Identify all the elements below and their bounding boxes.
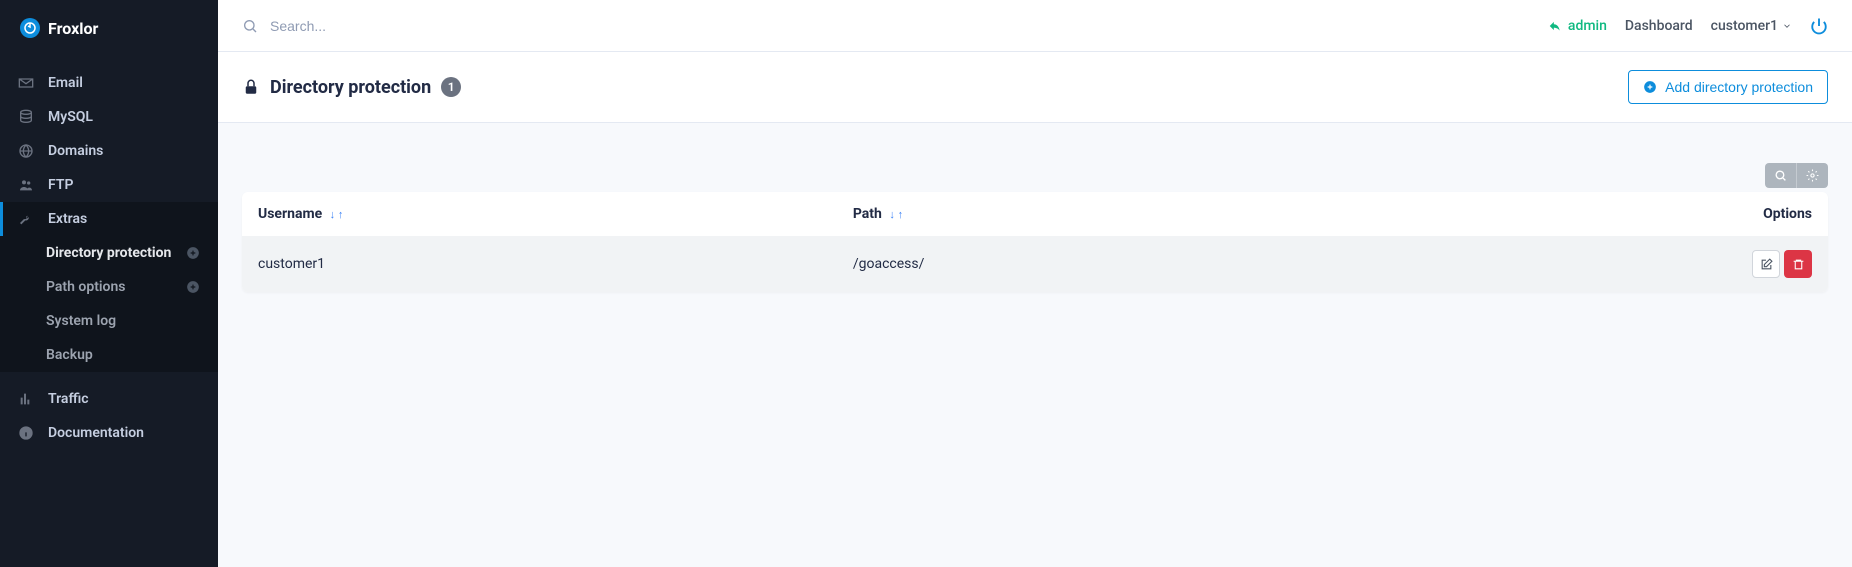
wrench-icon <box>18 211 34 227</box>
sidebar-item-label: Domains <box>48 143 103 159</box>
content: Username ↓ ↑ Path ↓ ↑ Options c <box>218 123 1852 332</box>
sort-arrows-icon[interactable]: ↓ ↑ <box>889 208 903 221</box>
plus-circle-icon[interactable] <box>186 280 200 294</box>
count-badge: 1 <box>441 77 461 97</box>
add-button-label: Add directory protection <box>1665 79 1813 95</box>
page-title: Directory protection <box>270 77 431 98</box>
top-links: admin Dashboard customer1 <box>1548 17 1828 35</box>
sidebar-item-label: MySQL <box>48 109 93 125</box>
table-search-button[interactable] <box>1765 163 1796 188</box>
sub-item-system-log[interactable]: System log <box>0 304 218 338</box>
cell-path: /goaccess/ <box>837 236 1362 292</box>
user-dropdown[interactable]: customer1 <box>1711 18 1792 34</box>
topbar: admin Dashboard customer1 <box>218 0 1852 52</box>
sub-item-directory-protection[interactable]: Directory protection <box>0 236 218 270</box>
cell-username: customer1 <box>242 236 837 292</box>
brand-label: Froxlor <box>48 19 98 38</box>
sub-item-label: Directory protection <box>46 245 171 261</box>
sub-item-label: Backup <box>46 347 93 363</box>
reply-icon <box>1548 19 1562 33</box>
sidebar: Froxlor Email MySQL Domains FTP Extras <box>0 0 218 567</box>
dashboard-link[interactable]: Dashboard <box>1625 18 1693 34</box>
delete-button[interactable] <box>1784 250 1812 278</box>
data-panel: Username ↓ ↑ Path ↓ ↑ Options c <box>242 192 1828 292</box>
search-wrap <box>242 18 1548 34</box>
sub-item-backup[interactable]: Backup <box>0 338 218 372</box>
sidebar-item-label: FTP <box>48 177 73 193</box>
search-icon <box>242 18 258 34</box>
add-directory-protection-button[interactable]: Add directory protection <box>1628 70 1828 104</box>
sidebar-item-ftp[interactable]: FTP <box>0 168 218 202</box>
brand[interactable]: Froxlor <box>0 0 218 56</box>
chart-icon <box>18 391 34 407</box>
sidebar-item-mysql[interactable]: MySQL <box>0 100 218 134</box>
sidebar-item-traffic[interactable]: Traffic <box>0 382 218 416</box>
brand-icon <box>20 18 40 38</box>
table-row: customer1 /goaccess/ <box>242 236 1828 292</box>
sidebar-item-label: Extras <box>48 211 87 227</box>
admin-link[interactable]: admin <box>1548 18 1607 34</box>
globe-icon <box>18 143 34 159</box>
users-icon <box>18 177 34 193</box>
main: admin Dashboard customer1 Directory prot… <box>218 0 1852 567</box>
col-username[interactable]: Username ↓ ↑ <box>242 192 837 236</box>
cell-options <box>1362 236 1828 292</box>
nav-bottom: Traffic Documentation <box>0 382 218 450</box>
plus-circle-icon[interactable] <box>186 246 200 260</box>
admin-label: admin <box>1568 18 1607 34</box>
directory-table: Username ↓ ↑ Path ↓ ↑ Options c <box>242 192 1828 292</box>
nav: Email MySQL Domains FTP Extras <box>0 66 218 236</box>
sidebar-item-label: Email <box>48 75 83 91</box>
col-path[interactable]: Path ↓ ↑ <box>837 192 1362 236</box>
sidebar-item-label: Documentation <box>48 425 144 441</box>
page-header: Directory protection 1 Add directory pro… <box>218 52 1852 123</box>
user-label: customer1 <box>1711 18 1778 34</box>
search-input[interactable] <box>270 18 570 34</box>
info-icon <box>18 425 34 441</box>
chevron-down-icon <box>1782 21 1792 31</box>
edit-button[interactable] <box>1752 250 1780 278</box>
sidebar-item-label: Traffic <box>48 391 89 407</box>
sub-item-path-options[interactable]: Path options <box>0 270 218 304</box>
panel-tools <box>242 163 1828 188</box>
lock-icon <box>242 78 260 96</box>
database-icon <box>18 109 34 125</box>
sidebar-item-email[interactable]: Email <box>0 66 218 100</box>
extras-subnav: Directory protection Path options System… <box>0 236 218 372</box>
sort-arrows-icon[interactable]: ↓ ↑ <box>330 208 344 221</box>
tool-group <box>1765 163 1828 188</box>
page-title-wrap: Directory protection 1 <box>242 77 461 98</box>
sidebar-item-documentation[interactable]: Documentation <box>0 416 218 450</box>
table-settings-button[interactable] <box>1796 163 1828 188</box>
envelope-icon <box>18 75 34 91</box>
sub-item-label: System log <box>46 313 116 329</box>
plus-circle-icon <box>1643 80 1657 94</box>
power-icon[interactable] <box>1810 17 1828 35</box>
sidebar-item-domains[interactable]: Domains <box>0 134 218 168</box>
col-options: Options <box>1362 192 1828 236</box>
sub-item-label: Path options <box>46 279 126 295</box>
sidebar-item-extras[interactable]: Extras <box>0 202 218 236</box>
